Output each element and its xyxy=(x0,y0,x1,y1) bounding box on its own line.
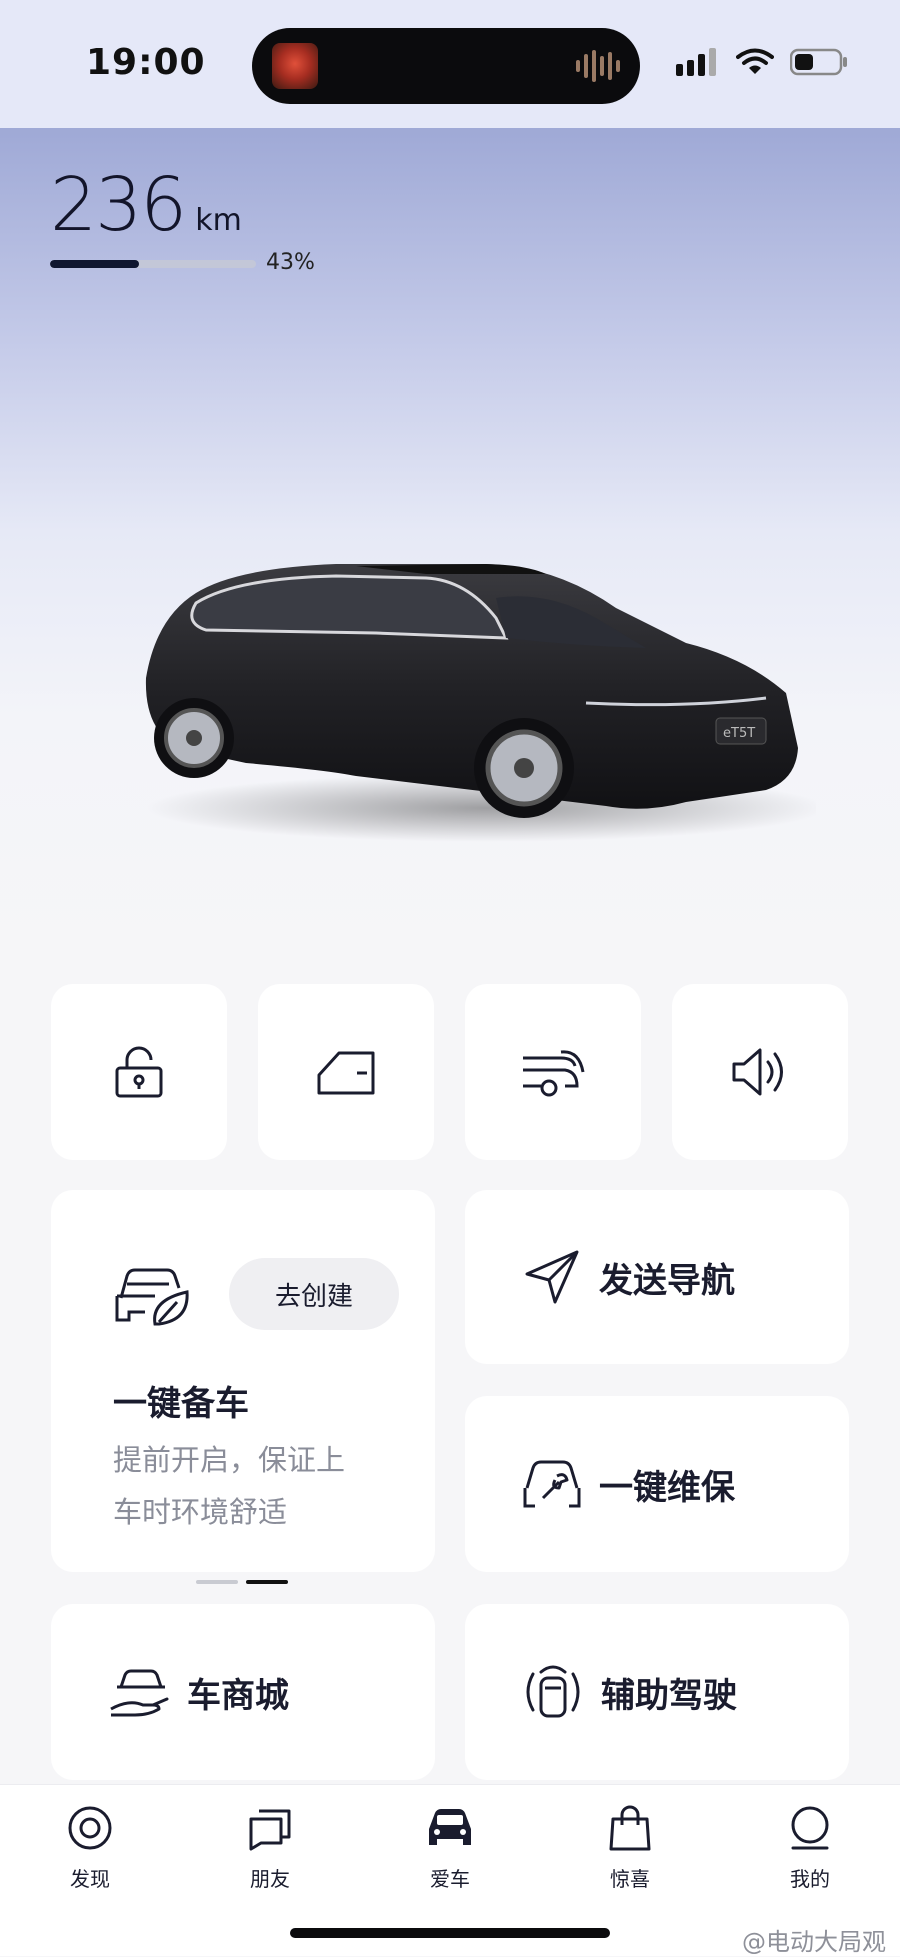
tab-profile-label: 我的 xyxy=(790,1867,830,1891)
carousel-dot xyxy=(196,1580,238,1584)
car-icon xyxy=(429,1809,471,1845)
door-button[interactable] xyxy=(258,984,434,1160)
battery-status-icon xyxy=(790,48,847,76)
create-button[interactable]: 去创建 xyxy=(229,1258,399,1330)
speaker-icon xyxy=(732,1048,783,1096)
chat-icon xyxy=(249,1809,291,1851)
tab-friends[interactable]: 朋友 xyxy=(210,1805,330,1892)
send-navigation-button[interactable]: 发送导航 xyxy=(465,1190,849,1364)
car-wrench-icon xyxy=(523,1460,581,1508)
trunk-icon xyxy=(523,1050,585,1097)
lock-icon xyxy=(115,1046,163,1098)
car-door-icon xyxy=(317,1051,375,1095)
send-navigation-label: 发送导航 xyxy=(599,1260,735,1301)
status-time: 19:00 xyxy=(86,42,206,83)
lock-button[interactable] xyxy=(51,984,227,1160)
assisted-driving-button[interactable]: 辅助驾驶 xyxy=(465,1604,849,1780)
tab-friends-label: 朋友 xyxy=(250,1867,290,1891)
shopping-bag-icon xyxy=(609,1805,651,1851)
status-icons xyxy=(676,48,848,76)
tab-my-car[interactable]: 爱车 xyxy=(390,1805,510,1892)
carousel-indicator xyxy=(196,1580,288,1584)
car-store-button[interactable]: 车商城 xyxy=(51,1604,435,1780)
trunk-button[interactable] xyxy=(465,984,641,1160)
battery-level-fill xyxy=(50,260,139,268)
car-store-label: 车商城 xyxy=(187,1675,289,1716)
quick-prep-card[interactable]: 去创建 一键备车 提前开启，保证上 车时环境舒适 xyxy=(51,1190,435,1572)
battery-level-bar xyxy=(50,260,256,268)
maintenance-button[interactable]: 一键维保 xyxy=(465,1396,849,1572)
tab-my-car-label: 爱车 xyxy=(430,1867,470,1891)
range-display: 236 km xyxy=(50,162,242,248)
range-unit: km xyxy=(195,203,242,238)
assisted-driving-label: 辅助驾驶 xyxy=(601,1675,737,1716)
car-hand-icon xyxy=(110,1669,169,1717)
horn-button[interactable] xyxy=(672,984,848,1160)
wifi-icon xyxy=(736,48,774,74)
now-playing-artwork xyxy=(272,43,318,89)
assisted-driving-icon xyxy=(526,1665,580,1718)
carousel-dot-active xyxy=(246,1580,288,1584)
maintenance-label: 一键维保 xyxy=(599,1467,735,1508)
model-badge: eT5T xyxy=(723,726,755,741)
discover-icon xyxy=(68,1806,112,1850)
tab-discover-label: 发现 xyxy=(70,1867,110,1891)
prep-card-subtitle: 提前开启，保证上 车时环境舒适 xyxy=(113,1443,346,1529)
tab-surprise[interactable]: 惊喜 xyxy=(570,1805,690,1892)
prep-card-title: 一键备车 xyxy=(113,1384,249,1424)
dynamic-island[interactable] xyxy=(252,28,640,104)
battery-percent: 43% xyxy=(266,250,315,275)
tab-discover[interactable]: 发现 xyxy=(30,1805,150,1892)
range-value: 236 xyxy=(50,162,187,248)
audio-wave-icon xyxy=(576,50,620,82)
vehicle-image[interactable]: eT5T xyxy=(126,518,816,848)
tab-profile[interactable]: 我的 xyxy=(750,1805,870,1892)
car-leaf-icon xyxy=(115,1268,189,1326)
profile-icon xyxy=(791,1806,829,1850)
watermark: @电动大局观 xyxy=(742,1928,886,1956)
tab-surprise-label: 惊喜 xyxy=(610,1867,650,1891)
status-bar: 19:00 xyxy=(0,0,900,128)
vehicle-hero: 236 km 43% eT5T xyxy=(0,128,900,968)
cellular-signal-icon xyxy=(676,48,716,76)
home-indicator[interactable] xyxy=(290,1928,610,1938)
navigation-arrow-icon xyxy=(525,1250,579,1304)
